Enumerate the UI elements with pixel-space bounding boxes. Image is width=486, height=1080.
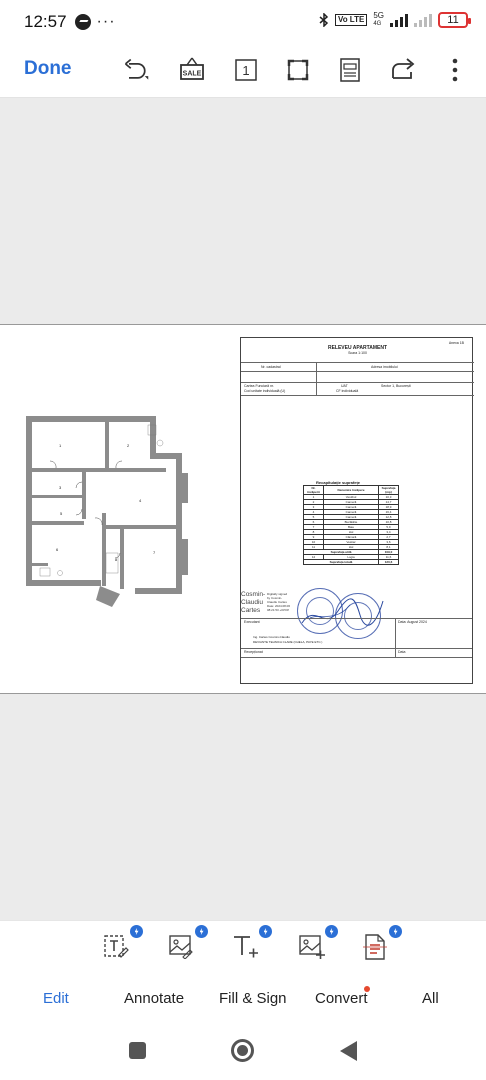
room-number-5: 5 [60,511,63,516]
signer-name: Cosmin- Claudiu Cartes [241,591,265,615]
divider [316,362,317,396]
date-label: Data: August 2024 [398,620,427,624]
data-label: Data [398,650,406,654]
executant-label: Executant [244,620,260,624]
room-number-8: 8 [115,557,118,562]
system-nav-bar [0,1022,486,1080]
premium-badge-icon [325,925,338,938]
divider [241,362,474,363]
edit-image-icon[interactable] [168,925,208,963]
add-image-icon[interactable] [298,925,338,963]
top-toolbar: Done SALE 1 [0,44,486,98]
handwritten-signature [301,598,384,626]
total-value: 120,6 [378,559,399,565]
divider [241,395,474,396]
done-button[interactable]: Done [24,58,72,80]
divider [241,657,472,658]
cf-label: CF individuală [336,389,359,393]
col-nr: Nr. încăperii [303,485,324,495]
bottom-tab-bar: Edit Annotate Fill & Sign Convert All [0,974,486,1022]
edit-tools-bar [0,920,486,974]
premium-badge-icon [130,925,143,938]
sale-label: SALE [183,71,202,78]
tab-fill-sign[interactable]: Fill & Sign [219,990,287,1007]
engineer-line-2: DEVIANTE TEHNICA CLARE (CHELA, PAYE ETC.… [253,640,323,644]
premium-badge-icon [259,925,272,938]
bluetooth-icon [319,13,329,27]
page-layout-icon[interactable] [336,56,364,84]
room-number-3: 3 [59,485,62,490]
page-number-icon[interactable]: 1 [232,56,260,84]
signal-secondary-icon [414,13,432,27]
uat-label: UAT [341,384,348,388]
uat-value: Sector 1, București [381,384,411,388]
crop-icon[interactable] [284,56,312,84]
signer-info: Digitally signed by Cosmin- Claudiu Cart… [267,592,290,612]
floor-plan-drawing [26,416,188,607]
room-number-4: 4 [139,498,142,503]
home-icon[interactable] [231,1039,254,1062]
tab-all[interactable]: All [422,990,439,1007]
divider [241,382,474,383]
battery-level: 11 [447,14,459,26]
network-sub-label: 4G [373,21,382,27]
document-page[interactable]: 1 2 3 4 5 6 7 8 Anexa 1B RELEVEU APARTAM… [0,324,486,694]
receptionat-label: Recepționat [244,650,263,654]
col-name: Denumire încăpere [323,485,379,495]
summary-table: Nr. încăperii Denumire încăpere Suprafaț… [303,485,399,565]
room-number-6: 6 [56,547,59,552]
total-label: Suprafața totală [303,559,379,565]
engineer-line-1: Ing. Cartes Cosmin-Claudiu [253,635,290,639]
edit-text-icon[interactable] [103,925,143,963]
tab-edit[interactable]: Edit [43,990,69,1007]
add-text-icon[interactable] [232,925,272,963]
status-time: 12:57 [24,12,67,31]
share-icon[interactable] [389,56,417,84]
tab-annotate[interactable]: Annotate [124,990,184,1007]
ocr-document-icon[interactable] [362,925,402,963]
divider [395,618,396,658]
status-right: Vo LTE 5G 4G 11 [319,12,471,28]
signer-name-line: Cosmin- [241,591,266,598]
more-notifications-icon: ··· [96,13,116,30]
signer-name-line: Claudiu [241,599,264,606]
document-canvas[interactable]: 1 2 3 4 5 6 7 8 Anexa 1B RELEVEU APARTAM… [0,98,486,920]
messenger-icon [74,14,91,30]
premium-badge-icon [389,925,402,938]
network-gen: 5G 4G [373,12,384,28]
divider [241,648,472,649]
tab-convert[interactable]: Convert [315,990,368,1007]
signer-name-line: Cartes [241,607,261,614]
back-icon[interactable] [340,1041,357,1061]
col-area: Suprafața (mp) [378,485,399,495]
room-number-2: 2 [127,443,130,448]
volte-icon: Vo LTE [334,14,368,26]
undo-icon[interactable] [122,56,150,84]
table-header-row: Nr. încăperii Denumire încăpere Suprafaț… [303,485,399,495]
divider [241,371,474,372]
room-number-7: 7 [153,550,156,555]
status-bar: 12:57 ··· Vo LTE 5G 4G 11 [0,0,486,44]
network-gen-label: 5G [373,11,384,20]
nr-cadastral-label: Nr. cadastral [261,365,281,369]
summary-rows: 1 Vestibul 10,3 2 Cameră 14,7 3 Cameră 18,9 4 Came… [303,494,399,550]
page-number: 1 [242,63,249,78]
adresa-label: Adresa imobilului [371,365,398,369]
signer-info-line: 08:21:53 +03'00' [267,608,290,612]
sale-tag-icon[interactable]: SALE [178,56,206,84]
signal-icon [390,13,408,27]
battery-icon: 11 [438,12,471,28]
total-area-row: Suprafața totală 120,6 [303,559,399,565]
cod-unitate-label: Cod unitate individuală (U) [244,389,286,393]
carte-funciara-label: Cartea Funciară nr. [244,384,274,388]
recent-apps-icon[interactable] [129,1042,146,1059]
premium-badge-icon [195,925,208,938]
convert-notification-dot [364,986,370,992]
divider [241,618,472,619]
room-number-1: 1 [59,443,62,448]
more-options-icon[interactable] [441,56,469,84]
document-scale: Scara 1:100 [348,351,367,355]
